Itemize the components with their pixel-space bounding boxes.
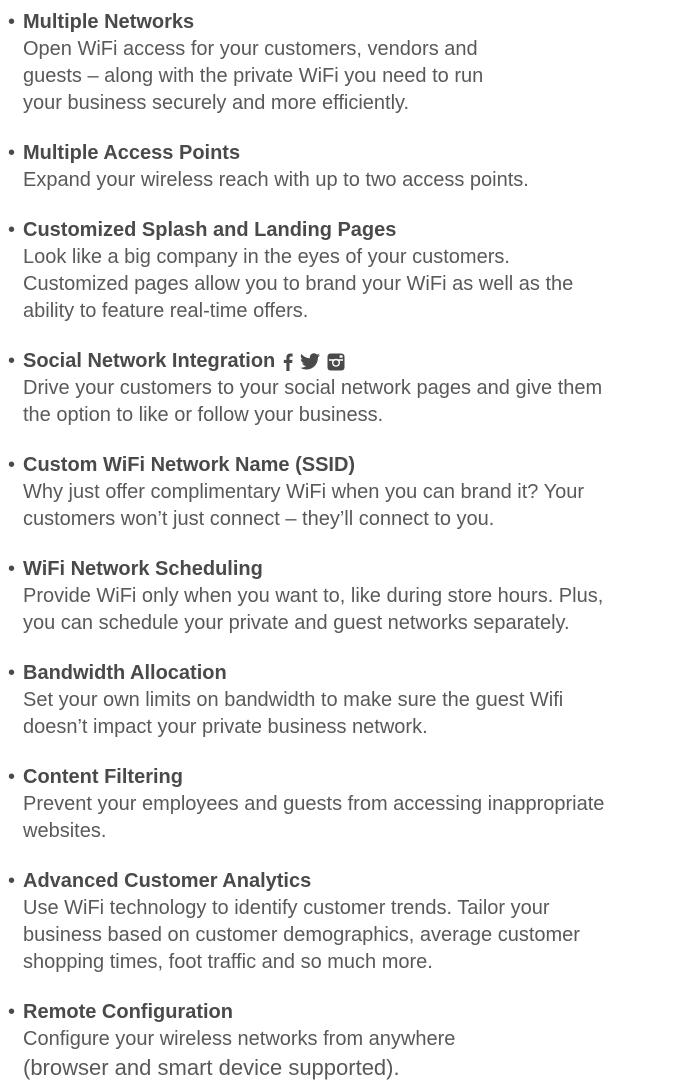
feature-description: Drive your customers to your social netw… bbox=[23, 375, 602, 429]
description-line: the option to like or follow your busine… bbox=[23, 404, 384, 426]
feature-description: Open WiFi access for your customers, ven… bbox=[23, 36, 483, 117]
description-line: customers won’t just connect – they’ll c… bbox=[23, 508, 495, 530]
description-line: (browser and smart device supported). bbox=[23, 1055, 400, 1080]
feature-description: Look like a big company in the eyes of y… bbox=[23, 244, 573, 325]
description-line: your business securely and more efficien… bbox=[23, 92, 410, 114]
feature-description: Configure your wireless networks from an… bbox=[23, 1026, 455, 1082]
bullet: • bbox=[8, 766, 16, 788]
bullet: • bbox=[8, 870, 16, 892]
description-line: ability to feature real-time offers. bbox=[23, 300, 309, 322]
feature-description: Prevent your employees and guests from a… bbox=[23, 791, 604, 845]
bullet: • bbox=[8, 219, 16, 241]
description-line: Drive your customers to your social netw… bbox=[23, 377, 603, 399]
feature-title: Advanced Customer Analytics bbox=[23, 870, 312, 892]
bullet: • bbox=[8, 662, 16, 684]
feature-title: Content Filtering bbox=[23, 766, 183, 788]
description-line: doesn’t impact your private business net… bbox=[23, 716, 428, 738]
feature-title: Customized Splash and Landing Pages bbox=[23, 219, 397, 241]
description-line: shopping times, foot traffic and so much… bbox=[23, 951, 433, 973]
description-line: Provide WiFi only when you want to, like… bbox=[23, 585, 604, 607]
facebook-icon[interactable] bbox=[283, 353, 293, 371]
description-line: guests – along with the private WiFi you… bbox=[23, 65, 484, 87]
bullet: • bbox=[8, 558, 16, 580]
feature-description: Expand your wireless reach with up to tw… bbox=[23, 167, 529, 194]
feature-description: Set your own limits on bandwidth to make… bbox=[23, 687, 563, 741]
description-line: Use WiFi technology to identify customer… bbox=[23, 897, 550, 919]
bullet: • bbox=[8, 1001, 16, 1023]
social-icons bbox=[283, 348, 345, 375]
feature-title: Multiple Networks bbox=[23, 11, 195, 33]
bullet: • bbox=[8, 11, 16, 33]
instagram-icon[interactable] bbox=[327, 353, 345, 371]
twitter-icon[interactable] bbox=[300, 353, 321, 370]
description-line: websites. bbox=[23, 820, 107, 842]
feature-title: WiFi Network Scheduling bbox=[23, 558, 263, 580]
bullet: • bbox=[8, 142, 16, 164]
description-line: Set your own limits on bandwidth to make… bbox=[23, 689, 564, 711]
feature-description: Use WiFi technology to identify customer… bbox=[23, 895, 580, 976]
feature-title: Bandwidth Allocation bbox=[23, 662, 227, 684]
feature-title: Social Network Integration bbox=[23, 348, 345, 375]
bullet: • bbox=[8, 350, 16, 372]
feature-description: Provide WiFi only when you want to, like… bbox=[23, 583, 603, 637]
description-line: Why just offer complimentary WiFi when y… bbox=[23, 481, 584, 503]
description-line: Customized pages allow you to brand your… bbox=[23, 273, 574, 295]
description-line: business based on customer demographics,… bbox=[23, 924, 580, 946]
description-line: Configure your wireless networks from an… bbox=[23, 1028, 456, 1050]
description-line: Look like a big company in the eyes of y… bbox=[23, 246, 510, 268]
description-line: Prevent your employees and guests from a… bbox=[23, 793, 605, 815]
description-line: Expand your wireless reach with up to tw… bbox=[23, 169, 529, 191]
description-line: Open WiFi access for your customers, ven… bbox=[23, 38, 478, 60]
description-line: you can schedule your private and guest … bbox=[23, 612, 570, 634]
feature-description: Why just offer complimentary WiFi when y… bbox=[23, 479, 584, 533]
feature-title: Custom WiFi Network Name (SSID) bbox=[23, 454, 356, 476]
feature-title: Multiple Access Points bbox=[23, 142, 241, 164]
feature-title: Remote Configuration bbox=[23, 1001, 233, 1023]
bullet: • bbox=[8, 454, 16, 476]
